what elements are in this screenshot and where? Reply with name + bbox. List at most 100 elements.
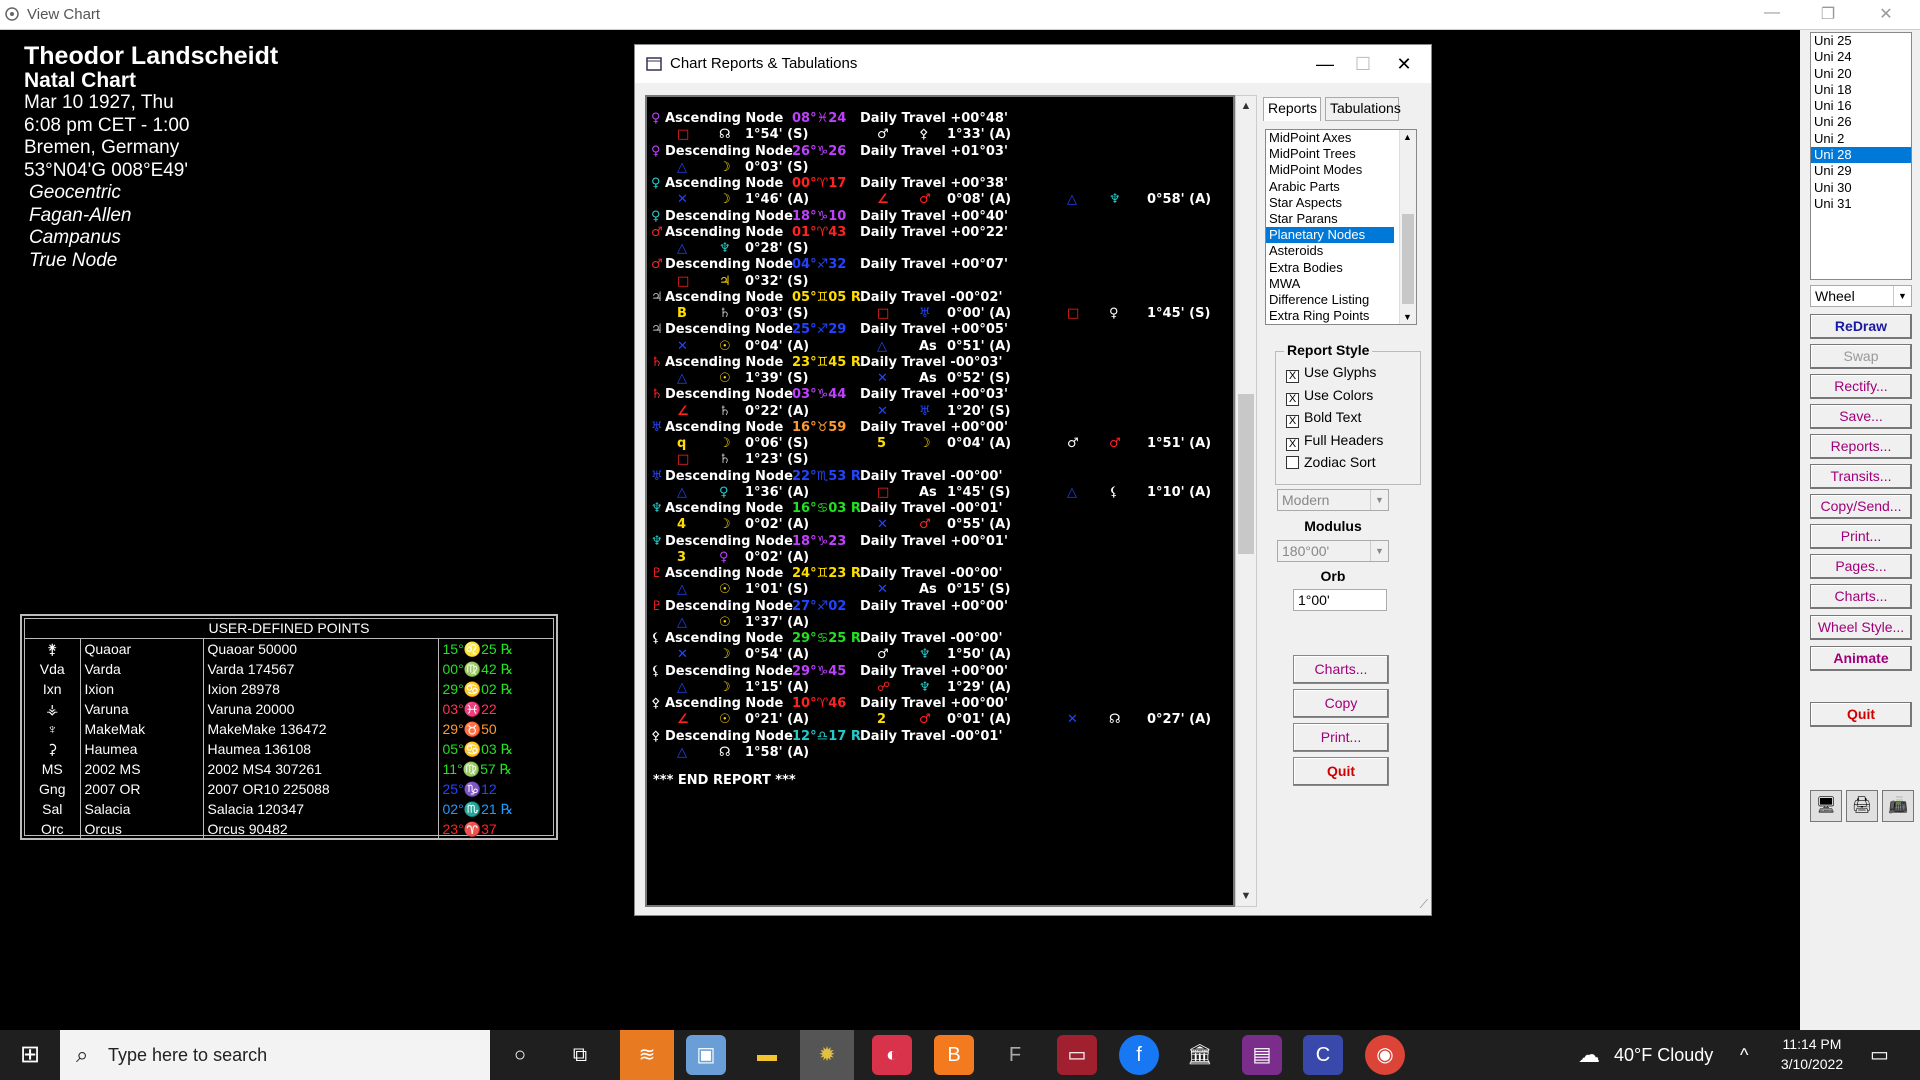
app-icon-7[interactable]: C: [1303, 1035, 1343, 1075]
weather-icon[interactable]: ☁: [1578, 1030, 1600, 1080]
modulus-combo[interactable]: 180°00' ▼: [1277, 540, 1389, 562]
copy-send-button[interactable]: Copy/Send...: [1810, 494, 1912, 519]
checkbox-box[interactable]: X: [1286, 392, 1299, 406]
notification-icon[interactable]: ▭: [1870, 1030, 1889, 1080]
uni-list-item[interactable]: Uni 25: [1811, 33, 1911, 49]
monitor-icon[interactable]: 🖥: [1810, 790, 1842, 822]
uni-list-item[interactable]: Uni 24: [1811, 49, 1911, 65]
report-output[interactable]: ♀ Ascending Node 08°♓24 Daily Travel +00°48…: [645, 95, 1235, 907]
close-icon[interactable]: ✕: [1866, 4, 1906, 26]
pages-button[interactable]: Pages...: [1810, 554, 1912, 579]
close-icon[interactable]: ✕: [1384, 51, 1424, 77]
animate-button[interactable]: Animate: [1810, 646, 1912, 671]
checkbox-box[interactable]: X: [1286, 370, 1299, 383]
tab-tabulations[interactable]: Tabulations: [1325, 97, 1401, 121]
redraw-button[interactable]: ReDraw: [1810, 314, 1912, 339]
astrology-app-icon[interactable]: ✹: [800, 1030, 854, 1080]
chrome-icon[interactable]: ◉: [1365, 1035, 1405, 1075]
checkbox-box[interactable]: X: [1286, 415, 1299, 428]
task-view-icon[interactable]: ⧉: [560, 1035, 600, 1075]
checkbox-use-glyphs[interactable]: X Use Glyphs: [1286, 364, 1376, 383]
report-type-item[interactable]: Extra Ring Points: [1266, 308, 1416, 324]
windows-start-icon[interactable]: ⊞: [0, 1030, 60, 1080]
print-button[interactable]: Print...: [1293, 723, 1389, 752]
report-type-item[interactable]: Asteroids: [1266, 243, 1416, 259]
tab-reports[interactable]: Reports: [1263, 97, 1321, 121]
report-type-item[interactable]: Star Parans: [1266, 211, 1416, 227]
charts-button[interactable]: Charts...: [1810, 584, 1912, 609]
report-type-item[interactable]: MidPoint Modes: [1266, 162, 1416, 178]
maximize-icon[interactable]: ☐: [1343, 51, 1383, 77]
view-combo[interactable]: Wheel ▼: [1810, 285, 1912, 307]
checkbox-full-headers[interactable]: X Full Headers: [1286, 432, 1383, 451]
report-type-item[interactable]: Arabic Parts: [1266, 179, 1416, 195]
rectify-button[interactable]: Rectify...: [1810, 374, 1912, 399]
scroll-down-icon[interactable]: ▼: [1403, 312, 1412, 322]
blogger-icon[interactable]: B: [934, 1035, 974, 1075]
save-button[interactable]: Save...: [1810, 404, 1912, 429]
app-icon-6[interactable]: ▤: [1242, 1035, 1282, 1075]
uni-list-item[interactable]: Uni 29: [1811, 163, 1911, 179]
printer-icon[interactable]: 🖨: [1846, 790, 1878, 822]
chevron-down-icon[interactable]: ▼: [1370, 490, 1388, 510]
print-screen-icon[interactable]: 📠: [1882, 790, 1914, 822]
checkbox-box[interactable]: X: [1286, 437, 1299, 451]
list-scrollbar[interactable]: ▲ ▼: [1399, 130, 1416, 324]
chevron-down-icon[interactable]: ▼: [1893, 286, 1911, 306]
copy-button[interactable]: Copy: [1293, 689, 1389, 718]
checkbox-use-colors[interactable]: X Use Colors: [1286, 387, 1373, 406]
minimize-icon[interactable]: —: [1305, 51, 1345, 77]
checkbox-zodiac-sort[interactable]: Zodiac Sort: [1286, 454, 1376, 470]
app-icon-3[interactable]: ◐: [872, 1035, 912, 1075]
file-explorer-icon[interactable]: ▬: [747, 1035, 787, 1075]
chevron-up-icon[interactable]: ^: [1740, 1030, 1748, 1080]
scrollbar-thumb[interactable]: [1238, 394, 1254, 554]
app-icon-4[interactable]: F: [995, 1035, 1035, 1075]
restore-icon[interactable]: ❐: [1808, 4, 1848, 26]
report-type-item[interactable]: MidPoint Axes: [1266, 130, 1416, 146]
swap-button[interactable]: Swap: [1810, 344, 1912, 369]
scroll-up-icon[interactable]: ▲: [1403, 132, 1412, 142]
charts-button[interactable]: Charts...: [1293, 655, 1389, 684]
scroll-up-icon[interactable]: ▲: [1236, 96, 1256, 116]
uni-list[interactable]: Uni 25 Uni 24 Uni 20 Uni 18 Uni 16 Uni 26 Uni …: [1810, 32, 1912, 280]
uni-list-item[interactable]: Uni 18: [1811, 82, 1911, 98]
report-type-item[interactable]: MidPoint Trees: [1266, 146, 1416, 162]
checkbox-box[interactable]: [1286, 456, 1299, 469]
report-type-item[interactable]: MWA: [1266, 276, 1416, 292]
facebook-icon[interactable]: f: [1119, 1035, 1159, 1075]
cortana-icon[interactable]: ○: [500, 1035, 540, 1075]
scroll-down-icon[interactable]: ▼: [1236, 886, 1256, 906]
weather-text[interactable]: 40°F Cloudy: [1614, 1030, 1713, 1080]
uni-list-item[interactable]: Uni 31: [1811, 196, 1911, 212]
app-icon-2[interactable]: ▣: [686, 1035, 726, 1075]
report-type-item[interactable]: Planetary Nodes: [1266, 227, 1394, 244]
uni-list-item[interactable]: Uni 26: [1811, 114, 1911, 130]
report-type-list[interactable]: MidPoint Axes MidPoint Trees MidPoint Mode…: [1265, 129, 1417, 325]
chevron-down-icon[interactable]: ▼: [1370, 541, 1388, 561]
checkbox-bold-text[interactable]: X Bold Text: [1286, 409, 1361, 428]
quit-button[interactable]: Quit: [1810, 702, 1912, 727]
reports-button[interactable]: Reports...: [1810, 434, 1912, 459]
library-icon[interactable]: 🏛: [1180, 1035, 1220, 1075]
transits-button[interactable]: Transits...: [1810, 464, 1912, 489]
app-icon-1[interactable]: ≋: [620, 1030, 674, 1080]
taskbar-search[interactable]: ⌕ Type here to search: [60, 1030, 490, 1080]
app-icon-5[interactable]: ▭: [1057, 1035, 1097, 1075]
resize-grip-icon[interactable]: ⟋: [1420, 897, 1428, 912]
minimize-icon[interactable]: —: [1752, 4, 1792, 26]
quit-button[interactable]: Quit: [1293, 757, 1389, 786]
style-combo[interactable]: Modern ▼: [1277, 489, 1389, 511]
report-scrollbar[interactable]: ▲ ▼: [1235, 95, 1257, 907]
uni-list-item[interactable]: Uni 20: [1811, 66, 1911, 82]
uni-list-item[interactable]: Uni 2: [1811, 131, 1911, 147]
report-type-item[interactable]: Star Aspects: [1266, 195, 1416, 211]
orb-input[interactable]: 1°00': [1293, 589, 1387, 611]
uni-list-item[interactable]: Uni 30: [1811, 180, 1911, 196]
uni-list-item[interactable]: Uni 28: [1811, 147, 1911, 164]
scrollbar-thumb[interactable]: [1402, 214, 1414, 304]
report-type-item[interactable]: Difference Listing: [1266, 292, 1416, 308]
uni-list-item[interactable]: Uni 16: [1811, 98, 1911, 114]
clock[interactable]: 11:14 PM 3/10/2022: [1757, 1034, 1867, 1074]
report-type-item[interactable]: Extra Bodies: [1266, 260, 1416, 276]
